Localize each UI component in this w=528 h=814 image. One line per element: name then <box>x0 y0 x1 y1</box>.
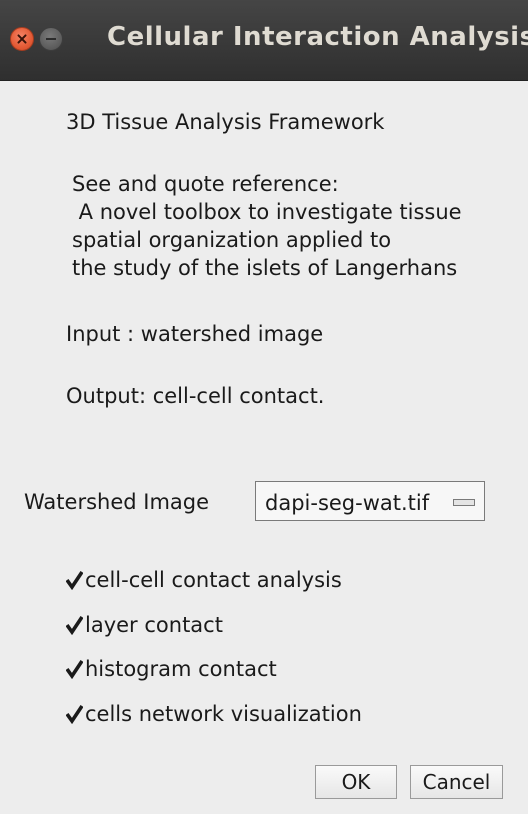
checkmark-icon <box>66 616 83 635</box>
reference-line: See and quote reference: <box>72 172 339 196</box>
checkbox-cell-cell-contact-analysis[interactable]: cell-cell contact analysis <box>66 566 386 594</box>
checkmark-icon <box>66 571 83 590</box>
dropdown-handle-icon <box>453 499 475 506</box>
reference-line: the study of the islets of Langerhans <box>72 256 458 280</box>
minimize-window-button[interactable] <box>39 27 63 51</box>
checkbox-cells-network-visualization[interactable]: cells network visualization <box>66 700 406 728</box>
checkbox-label: cells network visualization <box>85 702 362 726</box>
checkmark-icon <box>66 660 83 679</box>
ok-button[interactable]: OK <box>315 765 397 799</box>
checkbox-layer-contact[interactable]: layer contact <box>66 611 256 639</box>
checkbox-label: layer contact <box>85 613 223 637</box>
close-window-button[interactable] <box>10 27 34 51</box>
watershed-image-selected-value: dapi-seg-wat.tif <box>265 491 430 515</box>
checkmark-icon <box>66 705 83 724</box>
dialog-window: Cellular Interaction Analysis 3D Tissue … <box>0 0 528 814</box>
reference-line: spatial organization applied to <box>72 228 392 252</box>
reference-line: A novel toolbox to investigate tissue <box>72 200 462 224</box>
checkbox-label: histogram contact <box>85 657 277 681</box>
input-description: Input : watershed image <box>66 322 324 346</box>
watershed-image-label: Watershed Image <box>24 490 210 514</box>
title-bar[interactable]: Cellular Interaction Analysis <box>0 0 528 81</box>
cancel-button[interactable]: Cancel <box>410 765 503 799</box>
framework-heading: 3D Tissue Analysis Framework <box>66 110 385 134</box>
window-title: Cellular Interaction Analysis <box>107 22 528 52</box>
checkbox-histogram-contact[interactable]: histogram contact <box>66 655 316 683</box>
checkbox-label: cell-cell contact analysis <box>85 568 342 592</box>
watershed-image-select[interactable]: dapi-seg-wat.tif <box>255 481 485 521</box>
output-description: Output: cell-cell contact. <box>66 384 325 408</box>
